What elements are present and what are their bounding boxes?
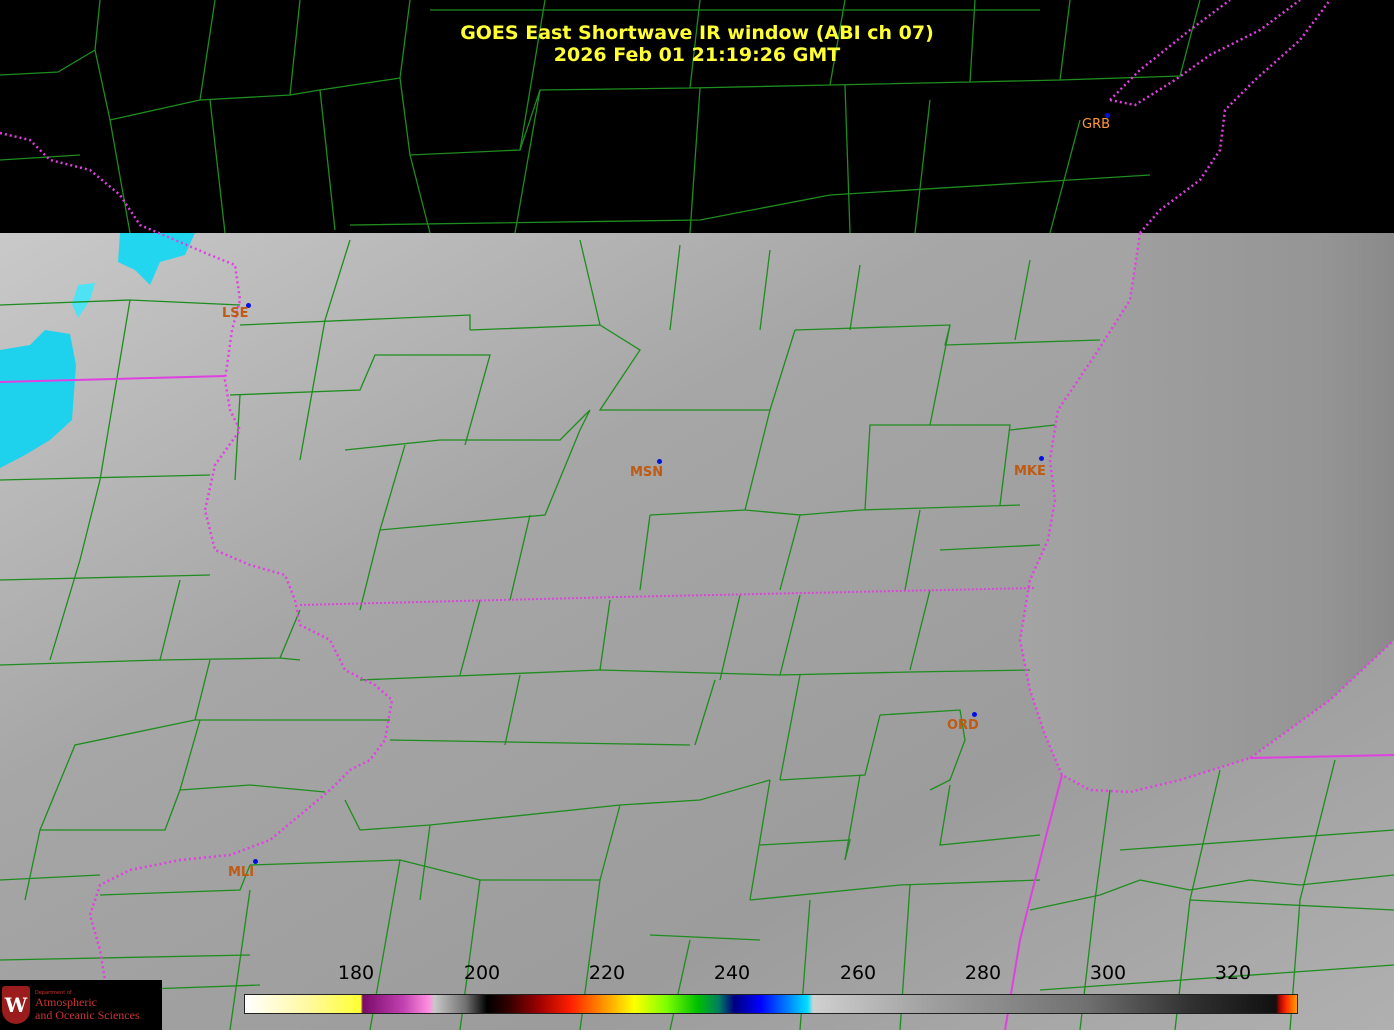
colorbar-tick-300: 300 (1089, 962, 1127, 984)
city-label-msn: MSN (630, 465, 664, 480)
colorbar-tick-220: 220 (588, 962, 626, 984)
city-label-lse: LSE (222, 306, 249, 321)
colorbar-tick-280: 280 (964, 962, 1002, 984)
city-dot-ord (972, 712, 977, 717)
city-label-mli: MLI (228, 865, 255, 880)
colorbar-tick-180: 180 (337, 962, 375, 984)
colorbar-tick-200: 200 (463, 962, 501, 984)
satellite-image-map (0, 0, 1394, 1030)
city-dot-mli (253, 859, 258, 864)
temperature-colorbar (244, 994, 1298, 1014)
uw-crest-icon: W (2, 986, 30, 1024)
aos-logo: W Department of Atmospheric and Oceanic … (0, 980, 162, 1030)
city-label-grb: GRB (1082, 117, 1111, 132)
colorbar-tick-320: 320 (1214, 962, 1252, 984)
city-dot-mke (1039, 456, 1044, 461)
city-label-ord: ORD (947, 718, 979, 733)
colorbar-tick-240: 240 (713, 962, 751, 984)
logo-line-2: and Oceanic Sciences (35, 1008, 140, 1022)
city-label-mke: MKE (1014, 464, 1046, 479)
map-title-line2: 2026 Feb 01 21:19:26 GMT (553, 44, 841, 66)
city-dot-msn (657, 459, 662, 464)
map-title-line1: GOES East Shortwave IR window (ABI ch 07… (460, 22, 934, 44)
colorbar-tick-260: 260 (839, 962, 877, 984)
